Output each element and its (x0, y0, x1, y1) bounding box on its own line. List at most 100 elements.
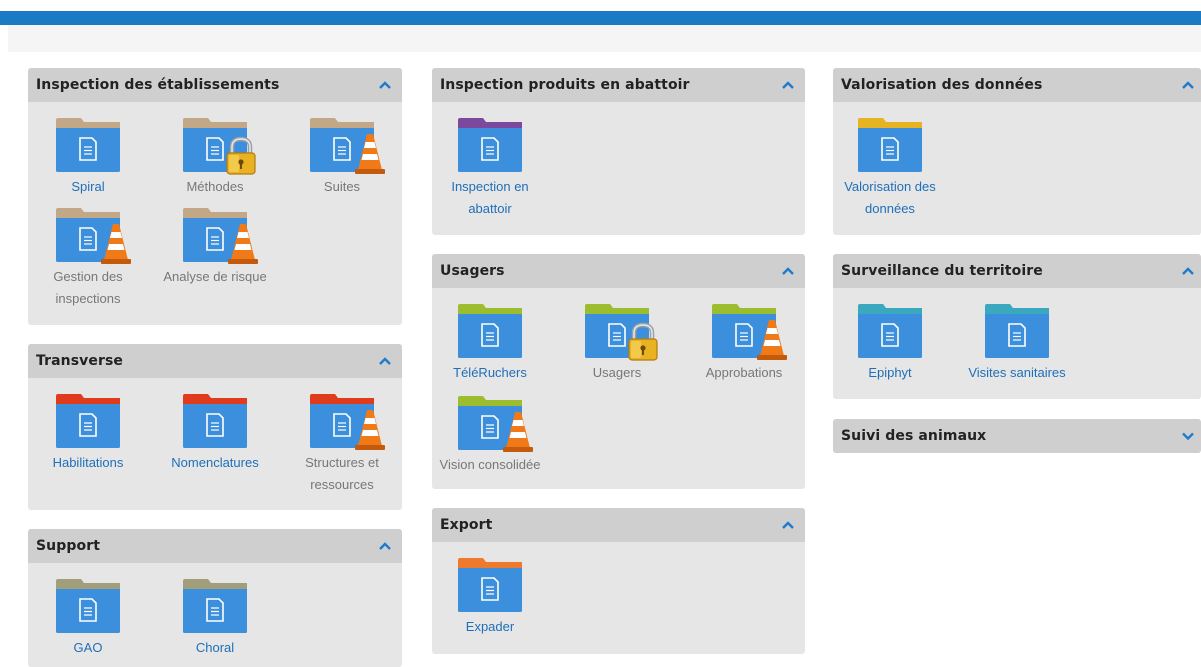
traffic-cone-icon (101, 224, 131, 264)
folder-cone-icon (455, 394, 533, 452)
panel-header[interactable]: Support (28, 529, 402, 563)
folder-cone-icon (709, 302, 787, 360)
panel-header[interactable]: Usagers (432, 254, 805, 288)
folder-lock-icon (582, 302, 658, 361)
tile-structures-ressources[interactable]: Structures et ressources (282, 392, 402, 496)
chevron-up-icon[interactable] (1181, 78, 1195, 92)
panel-header[interactable]: Suivi des animaux (833, 419, 1201, 453)
tile-label: Méthodes (186, 179, 244, 194)
tile-label: Expader (465, 619, 515, 634)
lock-icon (226, 136, 256, 175)
panel-title: Inspection des établissements (36, 77, 280, 93)
sub-bar (8, 25, 1201, 52)
panel-title: Inspection produits en abattoir (440, 77, 690, 93)
panel-title: Export (440, 517, 493, 533)
panel-title: Suivi des animaux (841, 428, 987, 444)
folder-cone-icon (307, 116, 385, 174)
tile-choral[interactable]: Choral (155, 577, 275, 659)
panel-title: Support (36, 538, 101, 554)
chevron-up-icon[interactable] (378, 354, 392, 368)
tile-label: Suites (323, 179, 361, 194)
chevron-up-icon[interactable] (781, 518, 795, 532)
tile-habilitations[interactable]: Habilitations (28, 392, 148, 474)
tile-label: Gestion des inspections (53, 269, 123, 306)
panel-title: Transverse (36, 353, 124, 369)
tile-label: Spiral (71, 179, 105, 194)
panel-usagers: Usagers TéléRuchers Usagers Approbations… (432, 254, 805, 489)
panel-abattoir: Inspection produits en abattoir Inspecti… (432, 68, 805, 235)
tile-label: Usagers (592, 365, 642, 380)
tile-label: Inspection en abattoir (451, 179, 529, 216)
tile-methodes[interactable]: Méthodes (155, 116, 275, 198)
tile-label: Valorisation des données (844, 179, 936, 216)
tile-label: Vision consolidée (439, 457, 541, 472)
folder-icon (53, 392, 123, 450)
traffic-cone-icon (228, 224, 258, 264)
panel-transverse: Transverse Habilitations Nomenclatures S… (28, 344, 402, 510)
folder-icon (455, 302, 525, 360)
tile-analyse-risque[interactable]: Analyse de risque (155, 206, 275, 288)
tile-approbations[interactable]: Approbations (684, 302, 804, 384)
folder-cone-icon (53, 206, 131, 264)
folder-icon (180, 577, 250, 635)
tile-inspection-abattoir[interactable]: Inspection en abattoir (432, 116, 550, 220)
panel-header[interactable]: Inspection produits en abattoir (432, 68, 805, 102)
traffic-cone-icon (503, 412, 533, 452)
tile-gestion-inspections[interactable]: Gestion des inspections (28, 206, 148, 310)
panel-header[interactable]: Export (432, 508, 805, 542)
chevron-up-icon[interactable] (1181, 264, 1195, 278)
folder-icon (855, 116, 925, 174)
tile-suites[interactable]: Suites (282, 116, 402, 198)
folder-cone-icon (307, 392, 385, 450)
chevron-down-icon[interactable] (1181, 429, 1195, 443)
tile-label: Epiphyt (868, 365, 912, 380)
panel-surveillance: Surveillance du territoire Epiphyt Visit… (833, 254, 1201, 399)
tile-spiral[interactable]: Spiral (28, 116, 148, 198)
tile-gao[interactable]: GAO (28, 577, 148, 659)
tile-label: Analyse de risque (163, 269, 267, 284)
tile-visites-sanitaires[interactable]: Visites sanitaires (957, 302, 1077, 384)
chevron-up-icon[interactable] (781, 78, 795, 92)
panel-export: Export Expader (432, 508, 805, 654)
tile-nomenclatures[interactable]: Nomenclatures (155, 392, 275, 474)
panel-support: Support GAO Choral (28, 529, 402, 667)
tile-label: Structures et ressources (305, 455, 379, 492)
tile-usagers[interactable]: Usagers (557, 302, 677, 384)
tile-label: TéléRuchers (453, 365, 527, 380)
folder-icon (455, 116, 525, 174)
panel-header[interactable]: Valorisation des données (833, 68, 1201, 102)
panel-valorisation: Valorisation des données Valorisation de… (833, 68, 1201, 235)
panel-title: Valorisation des données (841, 77, 1043, 93)
tile-label: GAO (73, 640, 103, 655)
top-bar (0, 0, 1201, 25)
folder-icon (855, 302, 925, 360)
chevron-up-icon[interactable] (378, 78, 392, 92)
traffic-cone-icon (355, 134, 385, 174)
tile-teleruchers[interactable]: TéléRuchers (432, 302, 550, 384)
panel-header[interactable]: Transverse (28, 344, 402, 378)
panel-header[interactable]: Surveillance du territoire (833, 254, 1201, 288)
chevron-up-icon[interactable] (378, 539, 392, 553)
panel-inspection-etablissements: Inspection des établissements Spiral Mét… (28, 68, 402, 325)
tile-label: Visites sanitaires (968, 365, 1066, 380)
tile-label: Approbations (705, 365, 783, 380)
folder-icon (455, 556, 525, 614)
tile-epiphyt[interactable]: Epiphyt (833, 302, 950, 384)
tile-valorisation-donnees[interactable]: Valorisation des données (833, 116, 950, 220)
traffic-cone-icon (757, 320, 787, 360)
tile-label: Habilitations (52, 455, 124, 470)
panel-header[interactable]: Inspection des établissements (28, 68, 402, 102)
panel-suivi-animaux: Suivi des animaux (833, 419, 1201, 453)
tile-label: Choral (195, 640, 235, 655)
tile-vision-consolidee[interactable]: Vision consolidée (432, 394, 550, 476)
folder-icon (53, 577, 123, 635)
traffic-cone-icon (355, 410, 385, 450)
folder-cone-icon (180, 206, 258, 264)
chevron-up-icon[interactable] (781, 264, 795, 278)
panel-title: Usagers (440, 263, 505, 279)
folder-lock-icon (180, 116, 256, 175)
tile-label: Nomenclatures (171, 455, 259, 470)
tile-expader[interactable]: Expader (432, 556, 550, 638)
panel-title: Surveillance du territoire (841, 263, 1043, 279)
folder-icon (180, 392, 250, 450)
